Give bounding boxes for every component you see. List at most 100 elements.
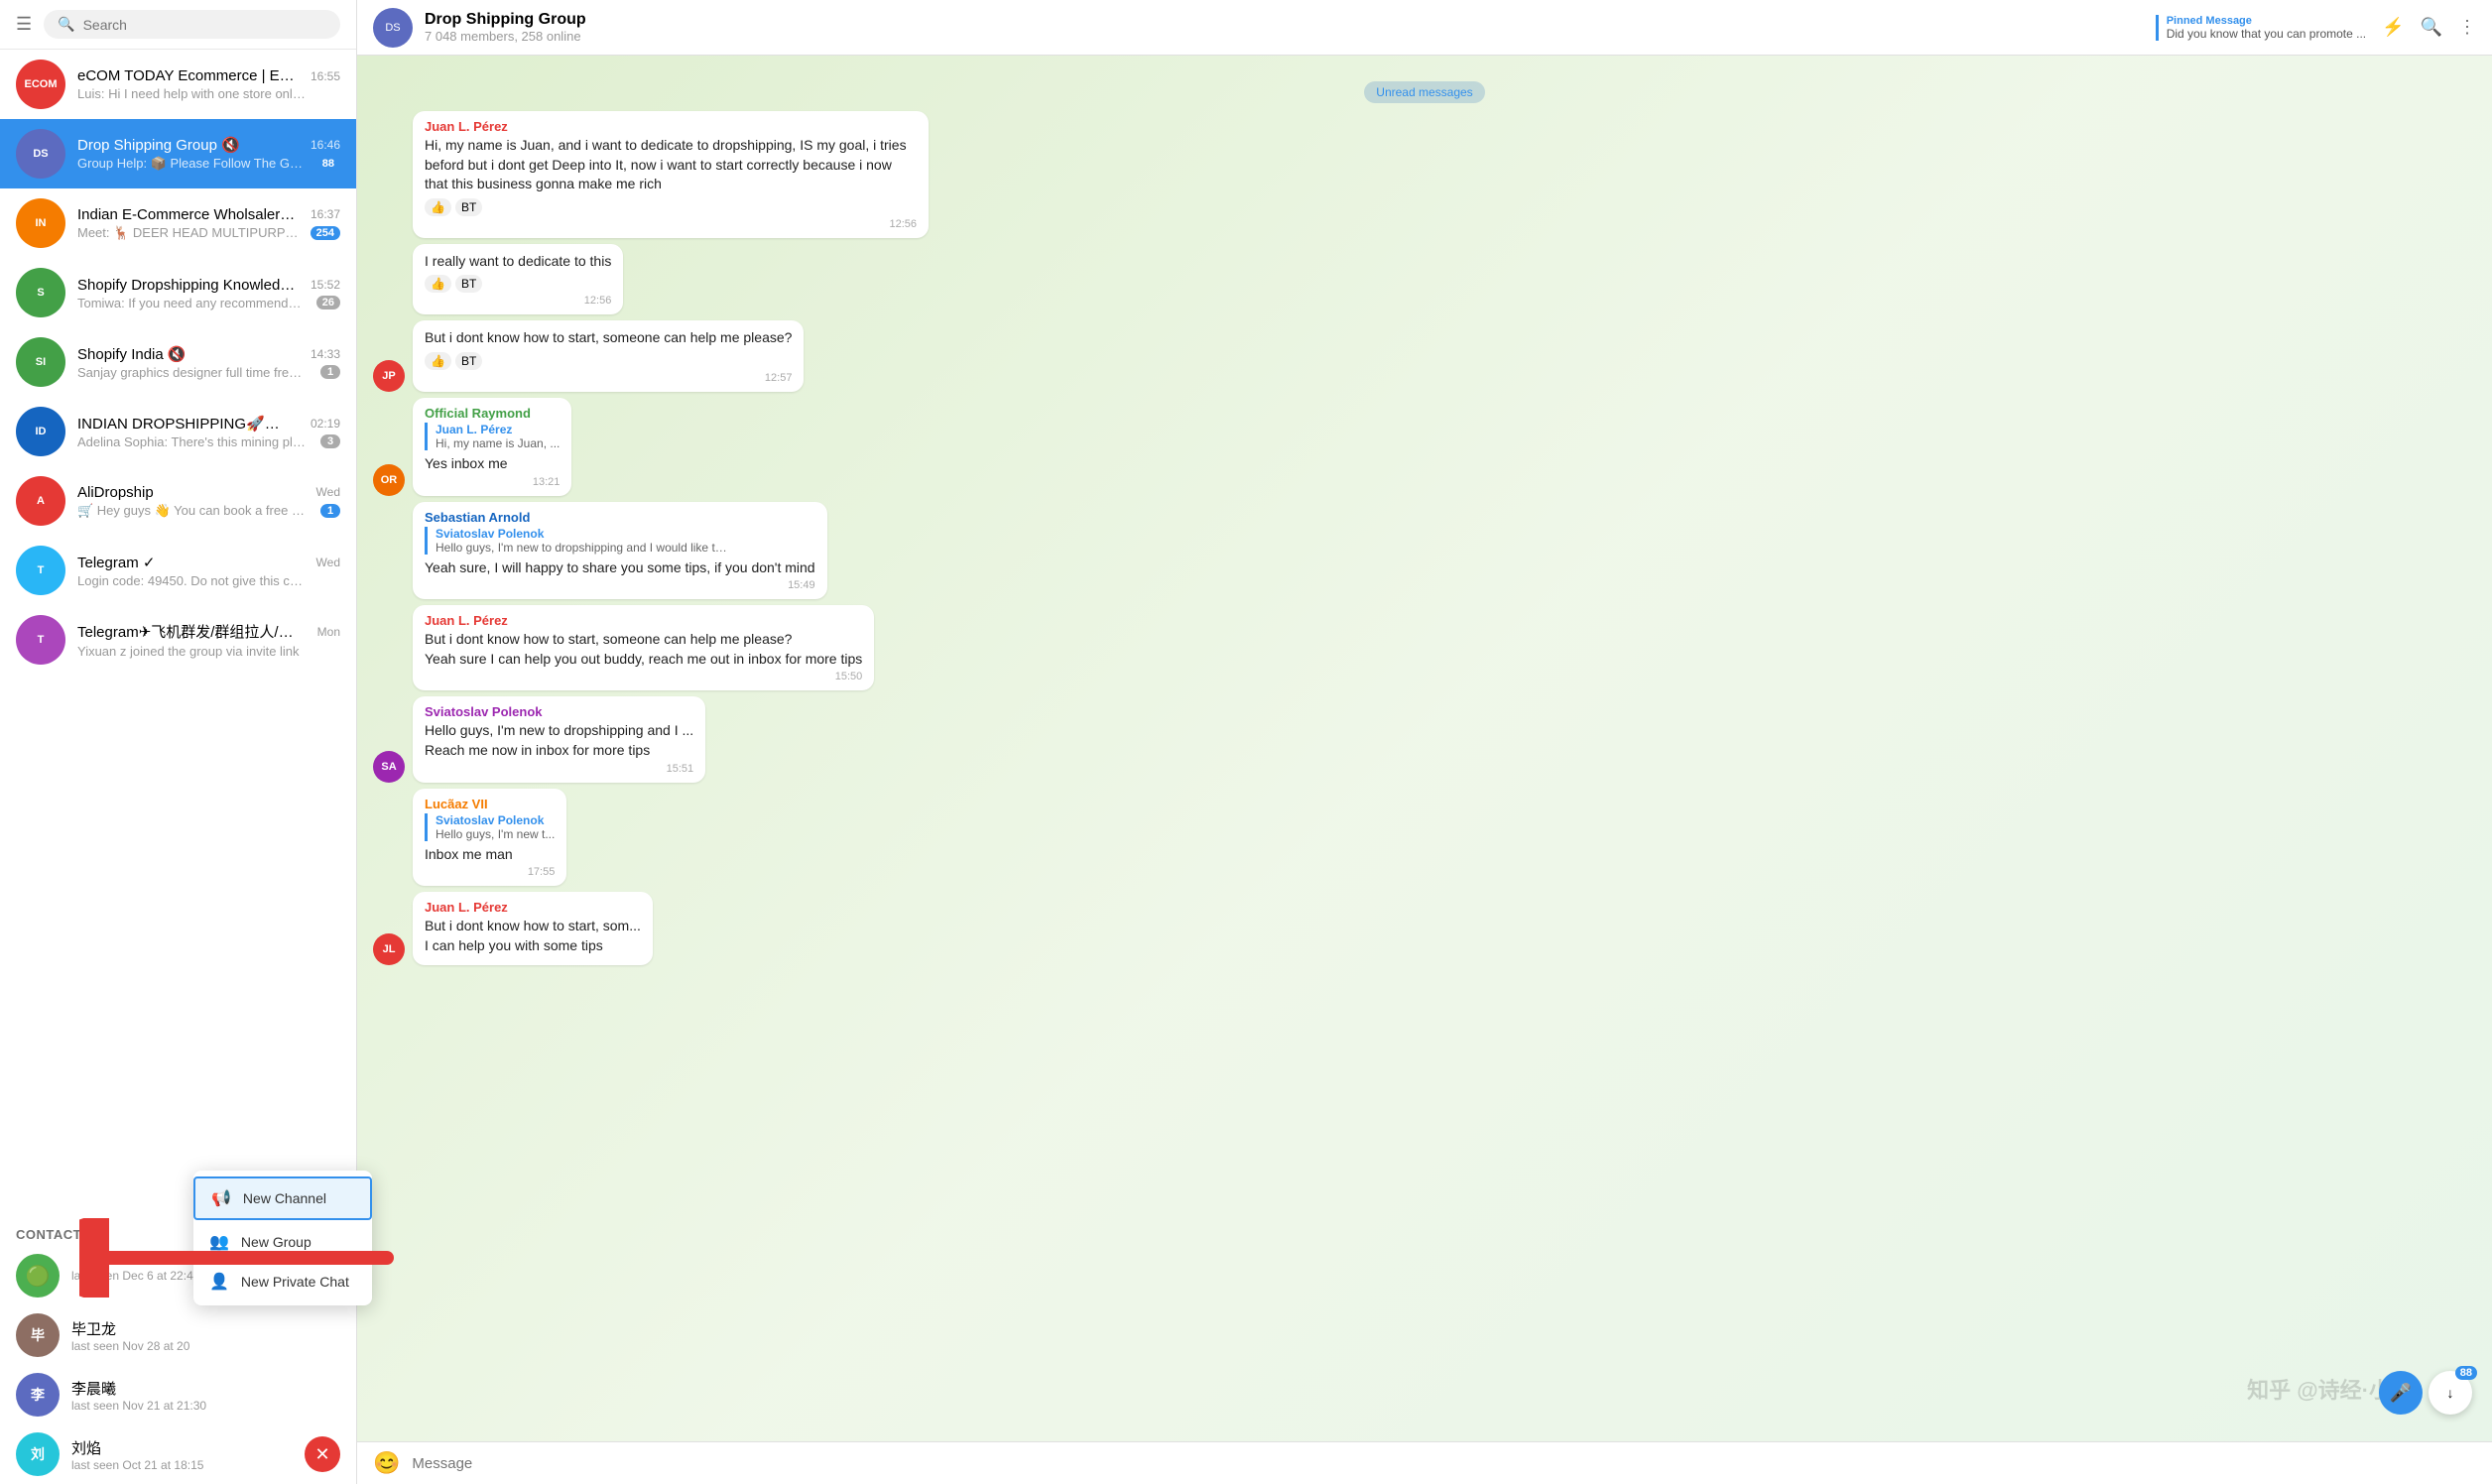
avatar: T: [16, 615, 65, 665]
reaction: BT: [455, 198, 482, 216]
message-wrapper: JL Juan L. Pérez But i dont know how to …: [373, 892, 2476, 965]
message-time: 13:21: [425, 476, 560, 488]
message-bubble: Lucãaz VII Sviatoslav Polenok Hello guys…: [413, 789, 566, 887]
chat-preview: Tomiwa: If you need any recommenda...: [77, 296, 306, 310]
message-wrapper: Juan L. Pérez But i dont know how to sta…: [373, 605, 2476, 690]
chat-time: Mon: [317, 625, 340, 639]
chat-header-subtitle: 7 048 members, 258 online: [425, 29, 2156, 44]
context-menu-icon: 📢: [211, 1188, 231, 1208]
message-row: JL Juan L. Pérez But i dont know how to …: [373, 892, 653, 965]
message-text: Inbox me man: [425, 845, 555, 865]
context-menu-item-new-channel[interactable]: 📢 New Channel: [193, 1176, 372, 1220]
message-input[interactable]: [412, 1455, 2476, 1472]
chat-info: Telegram ✓ Wed Login code: 49450. Do not…: [77, 554, 340, 588]
message-bubble: Sviatoslav Polenok Hello guys, I'm new t…: [413, 696, 705, 782]
chat-item-telegram[interactable]: T Telegram ✓ Wed Login code: 49450. Do n…: [0, 536, 356, 605]
message-text: But i dont know how to start, someone ca…: [425, 630, 862, 669]
mic-button[interactable]: 🎤: [2379, 1371, 2423, 1415]
chat-info: Telegram✈飞机群发/群组拉人/群... Mon Yixuan z joi…: [77, 621, 340, 659]
message-text: Yes inbox me: [425, 454, 560, 474]
emoji-button[interactable]: 😊: [373, 1450, 400, 1476]
unread-badge: 1: [320, 365, 340, 379]
chat-time: 15:52: [311, 278, 340, 292]
contact-name: 毕卫龙: [71, 1318, 340, 1339]
message-bubble: I really want to dedicate to this 👍BT 12…: [413, 244, 623, 315]
chat-area: DS Drop Shipping Group 7 048 members, 25…: [357, 0, 2492, 1484]
message-time: 12:56: [425, 295, 611, 307]
sidebar: ☰ 🔍 ECOM eCOM TODAY Ecommerce | ENG C...…: [0, 0, 357, 1484]
pinned-label: Pinned Message: [2167, 15, 2366, 27]
message-sender: Juan L. Pérez: [425, 119, 917, 134]
context-menu-item-new-private-chat[interactable]: 👤 New Private Chat: [193, 1262, 372, 1301]
message-bubble: Juan L. Pérez But i dont know how to sta…: [413, 605, 874, 690]
messages-area: Unread messages Juan L. Pérez Hi, my nam…: [357, 56, 2492, 1441]
hamburger-icon[interactable]: ☰: [16, 14, 32, 35]
chat-name: eCOM TODAY Ecommerce | ENG C...: [77, 67, 296, 84]
chat-preview: Login code: 49450. Do not give this code…: [77, 573, 306, 588]
message-row: OR Official Raymond Juan L. Pérez Hi, my…: [373, 398, 571, 496]
contact-item[interactable]: 李 李晨曦 last seen Nov 21 at 21:30: [0, 1365, 356, 1424]
chat-name: Shopify India 🔇: [77, 345, 187, 363]
chat-info: Indian E-Commerce Wholsaler B2... 16:37 …: [77, 206, 340, 241]
message-row: JP But i dont know how to start, someone…: [373, 320, 804, 392]
close-button[interactable]: ✕: [305, 1436, 340, 1472]
reaction: BT: [455, 352, 482, 370]
scroll-badge: 88: [2455, 1366, 2477, 1380]
message-wrapper: JP But i dont know how to start, someone…: [373, 320, 2476, 392]
search-input[interactable]: [83, 17, 326, 33]
more-options-icon[interactable]: ⋮: [2458, 17, 2476, 38]
filter-icon[interactable]: ⚡: [2382, 17, 2404, 38]
message-reactions: 👍BT: [425, 198, 917, 216]
unread-badge: 254: [311, 226, 340, 240]
unread-badge: 26: [316, 296, 340, 309]
message-reply: Sviatoslav Polenok Hello guys, I'm new t…: [425, 527, 815, 555]
contact-item[interactable]: 毕 毕卫龙 last seen Nov 28 at 20: [0, 1305, 356, 1365]
chat-item-indian_drop[interactable]: ID INDIAN DROPSHIPPING🚀💰 🔇 02:19 Adelina…: [0, 397, 356, 466]
chat-preview: Group Help: 📦 Please Follow The Gro...: [77, 156, 306, 172]
avatar: T: [16, 546, 65, 595]
search-chat-icon[interactable]: 🔍: [2421, 17, 2442, 38]
chat-info: Shopify Dropshipping Knowledge ... 🔇 15:…: [77, 276, 340, 310]
chat-name: INDIAN DROPSHIPPING🚀💰 🔇: [77, 415, 296, 433]
message-wrapper: Lucãaz VII Sviatoslav Polenok Hello guys…: [373, 789, 2476, 887]
chat-item-ecom[interactable]: ECOM eCOM TODAY Ecommerce | ENG C... 16:…: [0, 50, 356, 119]
chat-info: AliDropship Wed 🛒 Hey guys 👋 You can boo…: [77, 484, 340, 519]
context-menu-item-new-group[interactable]: 👥 New Group: [193, 1222, 372, 1262]
chat-item-shopify_knowledge[interactable]: S Shopify Dropshipping Knowledge ... 🔇 1…: [0, 258, 356, 327]
chat-item-shopify_india[interactable]: SI Shopify India 🔇 14:33 Sanjay graphics…: [0, 327, 356, 397]
message-time: 15:51: [425, 763, 693, 775]
contact-item[interactable]: 刘 刘焰 last seen Oct 21 at 18:15 ✕: [0, 1424, 356, 1484]
message-wrapper: OR Official Raymond Juan L. Pérez Hi, my…: [373, 398, 2476, 496]
chat-item-dropshipping[interactable]: DS Drop Shipping Group 🔇 16:46 Group Hel…: [0, 119, 356, 188]
contact-name: 李晨曦: [71, 1378, 340, 1399]
reaction: 👍: [425, 352, 451, 370]
chat-info: Shopify India 🔇 14:33 Sanjay graphics de…: [77, 345, 340, 380]
chat-time: 16:37: [311, 207, 340, 221]
unread-badge: 88: [316, 157, 340, 171]
chat-header-info: Drop Shipping Group 7 048 members, 258 o…: [425, 11, 2156, 44]
message-wrapper: I really want to dedicate to this 👍BT 12…: [373, 244, 2476, 315]
context-menu-icon: 👤: [209, 1272, 229, 1292]
chat-name: Drop Shipping Group 🔇: [77, 136, 240, 154]
search-box[interactable]: 🔍: [44, 10, 340, 39]
message-wrapper: Sebastian Arnold Sviatoslav Polenok Hell…: [373, 502, 2476, 600]
chat-preview: Sanjay graphics designer full time freel…: [77, 365, 306, 380]
chat-name: Shopify Dropshipping Knowledge ... 🔇: [77, 276, 296, 294]
context-menu-label: New Private Chat: [241, 1274, 349, 1290]
message-text: Hi, my name is Juan, and i want to dedic…: [425, 136, 917, 194]
pinned-message-box[interactable]: Pinned Message Did you know that you can…: [2156, 15, 2366, 41]
message-sender: Juan L. Pérez: [425, 900, 641, 915]
chat-item-indian[interactable]: IN Indian E-Commerce Wholsaler B2... 16:…: [0, 188, 356, 258]
message-text: Hello guys, I'm new to dropshipping and …: [425, 721, 693, 760]
message-bubble: Juan L. Pérez But i dont know how to sta…: [413, 892, 653, 965]
reply-text: Hello guys, I'm new t...: [436, 827, 555, 841]
message-row: Juan L. Pérez Hi, my name is Juan, and i…: [373, 111, 929, 238]
chat-item-alidropship[interactable]: A AliDropship Wed 🛒 Hey guys 👋 You can b…: [0, 466, 356, 536]
scroll-to-bottom-button[interactable]: 88 ↓: [2429, 1371, 2472, 1415]
message-avatar: JP: [373, 360, 405, 392]
message-sender: Sebastian Arnold: [425, 510, 815, 525]
message-reply: Sviatoslav Polenok Hello guys, I'm new t…: [425, 813, 555, 841]
context-menu: 📢 New Channel 👥 New Group 👤 New Private …: [193, 1171, 372, 1305]
chat-time: Wed: [316, 556, 340, 569]
chat-item-telegram_group[interactable]: T Telegram✈飞机群发/群组拉人/群... Mon Yixuan z j…: [0, 605, 356, 675]
